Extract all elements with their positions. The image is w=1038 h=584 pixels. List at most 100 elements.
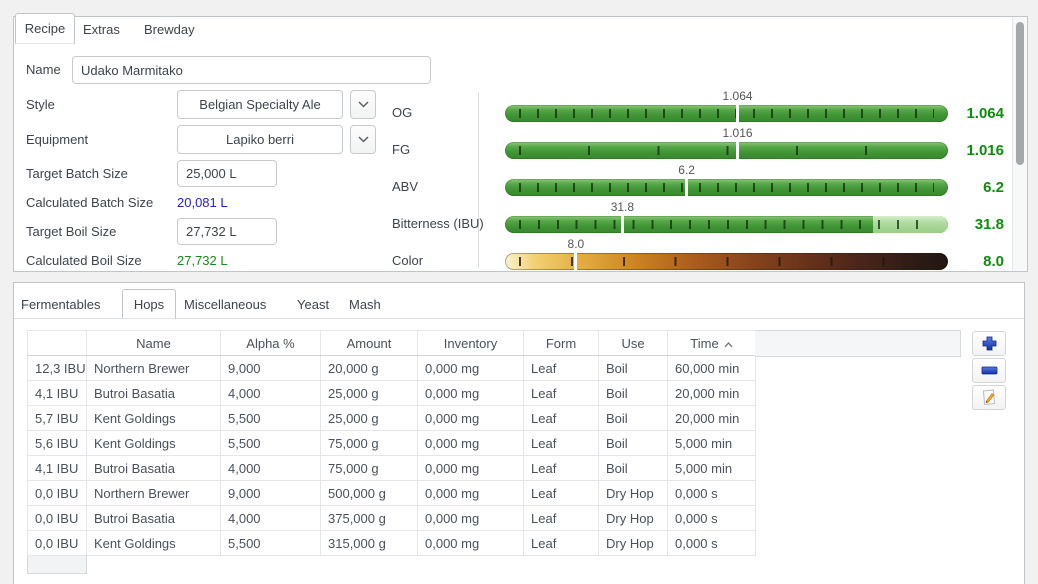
equipment-dropdown-button[interactable] <box>350 125 376 154</box>
hops-column-amount[interactable]: Amount <box>321 331 418 356</box>
hops-row-4-name[interactable]: Kent Goldings <box>87 431 221 456</box>
hops-row-5-alpha[interactable]: 4,000 <box>221 456 321 481</box>
hops-row-1-inventory[interactable]: 0,000 mg <box>418 356 524 381</box>
hops-row-1-amount[interactable]: 20,000 g <box>321 356 418 381</box>
hops-row-6-name[interactable]: Northern Brewer <box>87 481 221 506</box>
target-boil-size-input[interactable] <box>177 218 277 245</box>
hops-row-5-name[interactable]: Butroi Basatia <box>87 456 221 481</box>
hops-row-3-name[interactable]: Kent Goldings <box>87 406 221 431</box>
tab-mash[interactable]: Mash <box>349 291 381 318</box>
hops-row-6[interactable]: 0,0 IBUNorthern Brewer9,000500,000 g0,00… <box>28 481 756 506</box>
hops-row-2[interactable]: 4,1 IBUButroi Basatia4,00025,000 g0,000 … <box>28 381 756 406</box>
target-batch-size-input[interactable] <box>177 160 277 187</box>
hops-row-5-form[interactable]: Leaf <box>524 456 599 481</box>
tab-miscellaneous[interactable]: Miscellaneous <box>184 291 266 318</box>
hops-column-use[interactable]: Use <box>599 331 668 356</box>
hops-row-6-use[interactable]: Dry Hop <box>599 481 668 506</box>
recipe-scrollbar-thumb[interactable] <box>1016 22 1024 165</box>
hops-row-6-amount[interactable]: 500,000 g <box>321 481 418 506</box>
hops-row-8-inventory[interactable]: 0,000 mg <box>418 531 524 556</box>
hops-row-3-inventory[interactable]: 0,000 mg <box>418 406 524 431</box>
hops-table[interactable]: NameAlpha %AmountInventoryFormUseTime 12… <box>27 330 756 556</box>
add-hop-button[interactable] <box>972 331 1006 356</box>
hops-column-name[interactable]: Name <box>87 331 221 356</box>
hops-row-4-form[interactable]: Leaf <box>524 431 599 456</box>
hops-row-2-alpha[interactable]: 4,000 <box>221 381 321 406</box>
hops-row-3-time[interactable]: 20,000 min <box>668 406 756 431</box>
hops-row-4-time[interactable]: 5,000 min <box>668 431 756 456</box>
hops-row-7-time[interactable]: 0,000 s <box>668 506 756 531</box>
hops-row-4-amount[interactable]: 75,000 g <box>321 431 418 456</box>
hops-row-6-alpha[interactable]: 9,000 <box>221 481 321 506</box>
recipe-scrollbar[interactable] <box>1012 17 1027 271</box>
hops-column-time[interactable]: Time <box>668 331 756 356</box>
hops-row-7-ibu[interactable]: 0,0 IBU <box>28 506 87 531</box>
hops-row-8-name[interactable]: Kent Goldings <box>87 531 221 556</box>
hops-row-3-form[interactable]: Leaf <box>524 406 599 431</box>
hops-column-form[interactable]: Form <box>524 331 599 356</box>
hops-row-4-inventory[interactable]: 0,000 mg <box>418 431 524 456</box>
hops-row-1[interactable]: 12,3 IBUNorthern Brewer9,00020,000 g0,00… <box>28 356 756 381</box>
hops-row-5-use[interactable]: Boil <box>599 456 668 481</box>
tab-recipe[interactable]: Recipe <box>15 13 75 44</box>
hops-row-4-ibu[interactable]: 5,6 IBU <box>28 431 87 456</box>
hops-row-8-ibu[interactable]: 0,0 IBU <box>28 531 87 556</box>
hops-row-6-form[interactable]: Leaf <box>524 481 599 506</box>
hops-row-2-ibu[interactable]: 4,1 IBU <box>28 381 87 406</box>
hops-row-3-ibu[interactable]: 5,7 IBU <box>28 406 87 431</box>
tab-extras[interactable]: Extras <box>83 17 120 43</box>
hops-row-3[interactable]: 5,7 IBUKent Goldings5,50025,000 g0,000 m… <box>28 406 756 431</box>
hops-row-6-inventory[interactable]: 0,000 mg <box>418 481 524 506</box>
hops-row-2-amount[interactable]: 25,000 g <box>321 381 418 406</box>
hops-row-8-amount[interactable]: 315,000 g <box>321 531 418 556</box>
tab-hops[interactable]: Hops <box>122 289 176 319</box>
hops-row-1-name[interactable]: Northern Brewer <box>87 356 221 381</box>
hops-row-8-form[interactable]: Leaf <box>524 531 599 556</box>
hops-row-3-alpha[interactable]: 5,500 <box>221 406 321 431</box>
hops-row-3-amount[interactable]: 25,000 g <box>321 406 418 431</box>
remove-hop-button[interactable] <box>972 358 1006 383</box>
hops-row-4-alpha[interactable]: 5,500 <box>221 431 321 456</box>
hops-row-7-form[interactable]: Leaf <box>524 506 599 531</box>
hops-row-4-use[interactable]: Boil <box>599 431 668 456</box>
hops-row-8-use[interactable]: Dry Hop <box>599 531 668 556</box>
style-combo[interactable]: Belgian Specialty Ale <box>177 90 343 119</box>
hops-row-7-name[interactable]: Butroi Basatia <box>87 506 221 531</box>
hops-column-inventory[interactable]: Inventory <box>418 331 524 356</box>
hops-row-7-use[interactable]: Dry Hop <box>599 506 668 531</box>
tab-yeast[interactable]: Yeast <box>297 291 329 318</box>
hops-row-8-time[interactable]: 0,000 s <box>668 531 756 556</box>
hops-row-4[interactable]: 5,6 IBUKent Goldings5,50075,000 g0,000 m… <box>28 431 756 456</box>
hops-row-8[interactable]: 0,0 IBUKent Goldings5,500315,000 g0,000 … <box>28 531 756 556</box>
style-dropdown-button[interactable] <box>350 90 376 119</box>
hops-row-2-time[interactable]: 20,000 min <box>668 381 756 406</box>
hops-row-2-form[interactable]: Leaf <box>524 381 599 406</box>
hops-row-2-use[interactable]: Boil <box>599 381 668 406</box>
tab-fermentables[interactable]: Fermentables <box>21 291 100 318</box>
hops-row-1-alpha[interactable]: 9,000 <box>221 356 321 381</box>
tab-brewday[interactable]: Brewday <box>144 17 195 43</box>
hops-row-2-name[interactable]: Butroi Basatia <box>87 381 221 406</box>
hops-row-6-time[interactable]: 0,000 s <box>668 481 756 506</box>
hops-row-5-inventory[interactable]: 0,000 mg <box>418 456 524 481</box>
hops-row-3-use[interactable]: Boil <box>599 406 668 431</box>
equipment-combo[interactable]: Lapiko berri <box>177 125 343 154</box>
hops-column-alpha[interactable]: Alpha % <box>221 331 321 356</box>
edit-hop-button[interactable] <box>972 385 1006 410</box>
hops-row-1-use[interactable]: Boil <box>599 356 668 381</box>
hops-row-5-ibu[interactable]: 4,1 IBU <box>28 456 87 481</box>
hops-row-7-amount[interactable]: 375,000 g <box>321 506 418 531</box>
hops-row-1-time[interactable]: 60,000 min <box>668 356 756 381</box>
recipe-name-input[interactable] <box>72 56 431 84</box>
hops-row-1-ibu[interactable]: 12,3 IBU <box>28 356 87 381</box>
hops-row-5-time[interactable]: 5,000 min <box>668 456 756 481</box>
hops-row-1-form[interactable]: Leaf <box>524 356 599 381</box>
hops-row-6-ibu[interactable]: 0,0 IBU <box>28 481 87 506</box>
hops-row-7-inventory[interactable]: 0,000 mg <box>418 506 524 531</box>
hops-row-2-inventory[interactable]: 0,000 mg <box>418 381 524 406</box>
hops-row-8-alpha[interactable]: 5,500 <box>221 531 321 556</box>
hops-row-5[interactable]: 4,1 IBUButroi Basatia4,00075,000 g0,000 … <box>28 456 756 481</box>
hops-row-7[interactable]: 0,0 IBUButroi Basatia4,000375,000 g0,000… <box>28 506 756 531</box>
hops-row-7-alpha[interactable]: 4,000 <box>221 506 321 531</box>
hops-row-5-amount[interactable]: 75,000 g <box>321 456 418 481</box>
